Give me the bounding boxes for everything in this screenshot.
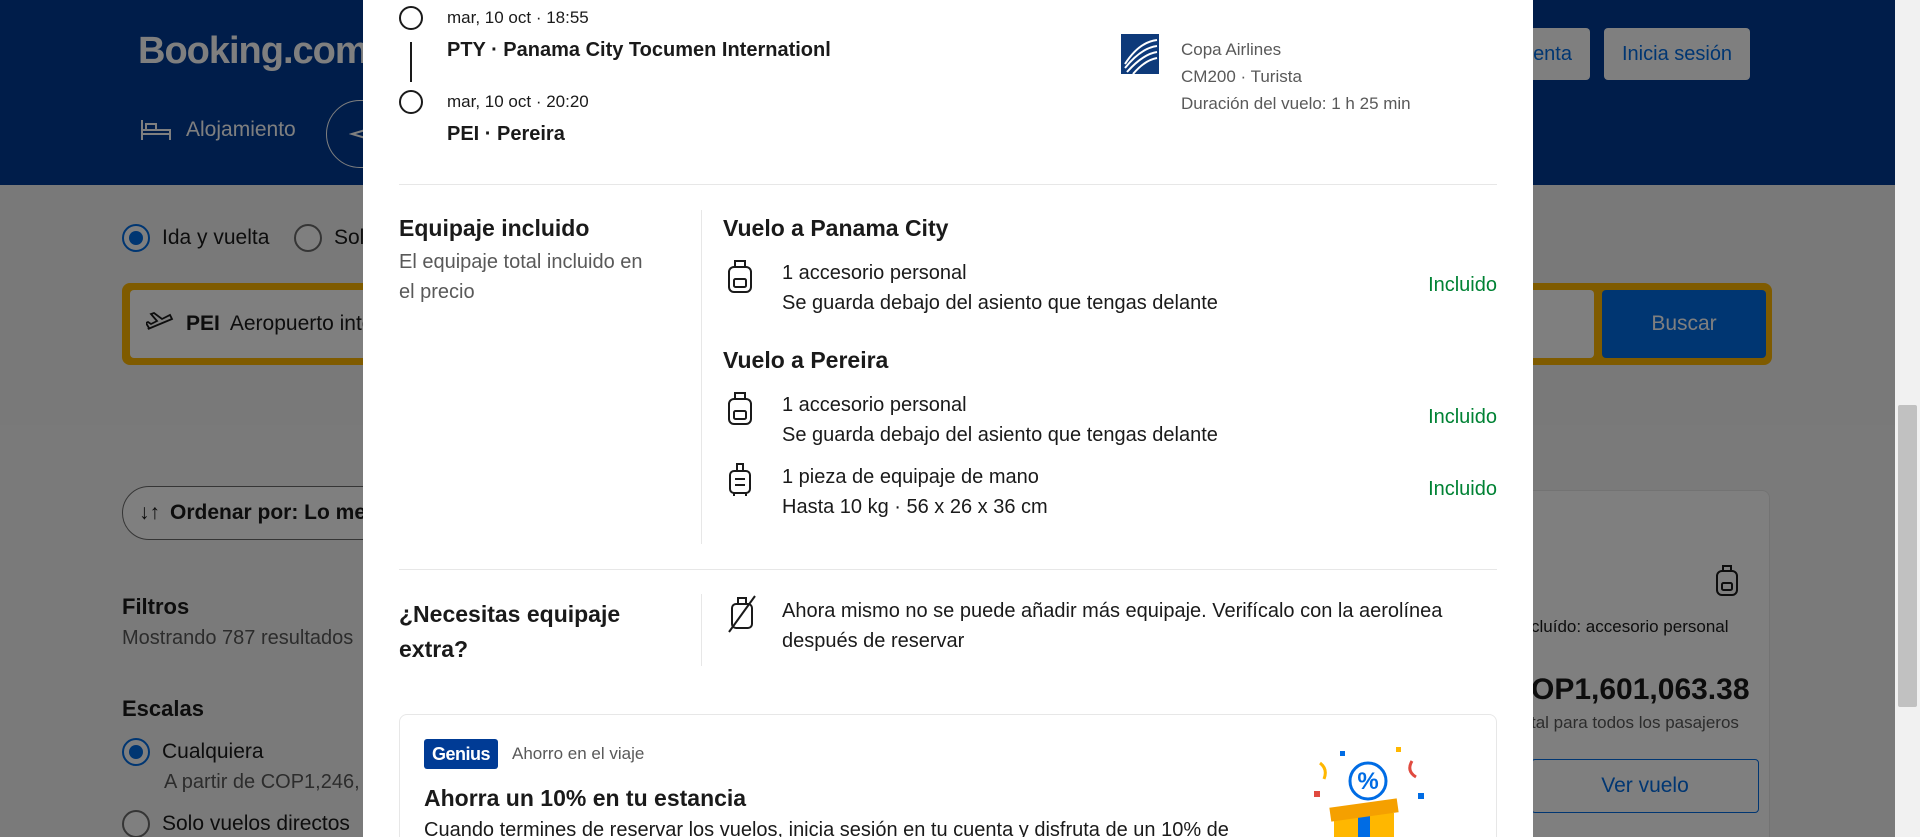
copa-airlines-logo xyxy=(1121,34,1159,74)
luggage-item-name: 1 accesorio personal xyxy=(782,262,967,284)
luggage-item: 1 accesorio personal Se guarda debajo de… xyxy=(723,258,1497,320)
luggage-section-subtitle: El equipaje total incluido en xyxy=(399,251,643,273)
luggage-item-name: 1 accesorio personal xyxy=(782,394,967,416)
luggage-section-subtitle-2: el precio xyxy=(399,281,475,303)
divider-vertical xyxy=(701,210,702,544)
extra-luggage-text: Ahora mismo no se puede añadir más equip… xyxy=(782,596,1482,656)
flight-luggage-title: Vuelo a Panama City xyxy=(723,215,949,241)
flight-luggage-title: Vuelo a Pereira xyxy=(723,347,889,373)
luggage-item: 1 pieza de equipaje de mano Hasta 10 kg … xyxy=(723,462,1497,524)
divider xyxy=(399,569,1497,570)
extra-luggage-title-2: extra? xyxy=(399,636,469,662)
svg-text:%: % xyxy=(1357,768,1378,795)
luggage-item-name: 1 pieza de equipaje de mano xyxy=(782,466,1039,488)
genius-tag: Ahorro en el viaje xyxy=(512,744,645,763)
luggage-status: Incluido xyxy=(1428,478,1497,500)
extra-luggage-line: después de reservar xyxy=(782,630,965,652)
luggage-item-detail: Hasta 10 kg · 56 x 26 x 36 cm xyxy=(782,496,1048,518)
suitcase-icon xyxy=(729,463,751,496)
luggage-item-text: 1 accesorio personal Se guarda debajo de… xyxy=(782,390,1218,450)
timeline-line xyxy=(410,42,412,82)
flight-duration: Duración del vuelo: 1 h 25 min xyxy=(1181,94,1411,113)
arrival-time: mar, 10 oct · 20:20 xyxy=(447,92,589,111)
divider xyxy=(399,184,1497,185)
flight-details-modal: mar, 10 oct · 18:55 PTY · Panama City To… xyxy=(363,0,1533,837)
genius-title: Ahorra un 10% en tu estancia xyxy=(424,785,747,811)
arrival-airport: PEI · Pereira xyxy=(447,123,565,145)
timeline-dot xyxy=(399,90,423,114)
divider-vertical xyxy=(701,594,702,666)
timeline-dot xyxy=(399,6,423,30)
extra-luggage-title: ¿Necesitas equipaje xyxy=(399,601,621,627)
luggage-item-detail: Se guarda debajo del asiento que tengas … xyxy=(782,292,1218,314)
flight-class: CM200 · Turista xyxy=(1181,67,1302,86)
luggage-item-text: 1 accesorio personal Se guarda debajo de… xyxy=(782,258,1218,318)
scrollbar-thumb[interactable] xyxy=(1898,405,1917,707)
luggage-item-text: 1 pieza de equipaje de mano Hasta 10 kg … xyxy=(782,462,1048,522)
luggage-status: Incluido xyxy=(1428,406,1497,428)
backpack-icon xyxy=(728,392,752,425)
gift-discount-illustration: % xyxy=(1314,747,1424,837)
departure-time: mar, 10 oct · 18:55 xyxy=(447,8,589,27)
departure-airport: PTY · Panama City Tocumen Internationl xyxy=(447,39,831,61)
extra-luggage-line: Ahora mismo no se puede añadir más equip… xyxy=(782,600,1443,622)
luggage-status: Incluido xyxy=(1428,274,1497,296)
backpack-icon xyxy=(728,260,752,293)
luggage-item-detail: Se guarda debajo del asiento que tengas … xyxy=(782,424,1218,446)
luggage-item: 1 accesorio personal Se guarda debajo de… xyxy=(723,390,1497,452)
genius-promo-card: Genius Ahorro en el viaje Ahorra un 10% … xyxy=(399,714,1497,837)
no-luggage-icon xyxy=(728,595,756,633)
luggage-section-title: Equipaje incluido xyxy=(399,215,590,241)
airline-name: Copa Airlines xyxy=(1181,40,1282,59)
genius-description: Cuando termines de reservar los vuelos, … xyxy=(424,819,1229,837)
genius-badge: Genius xyxy=(424,739,499,769)
